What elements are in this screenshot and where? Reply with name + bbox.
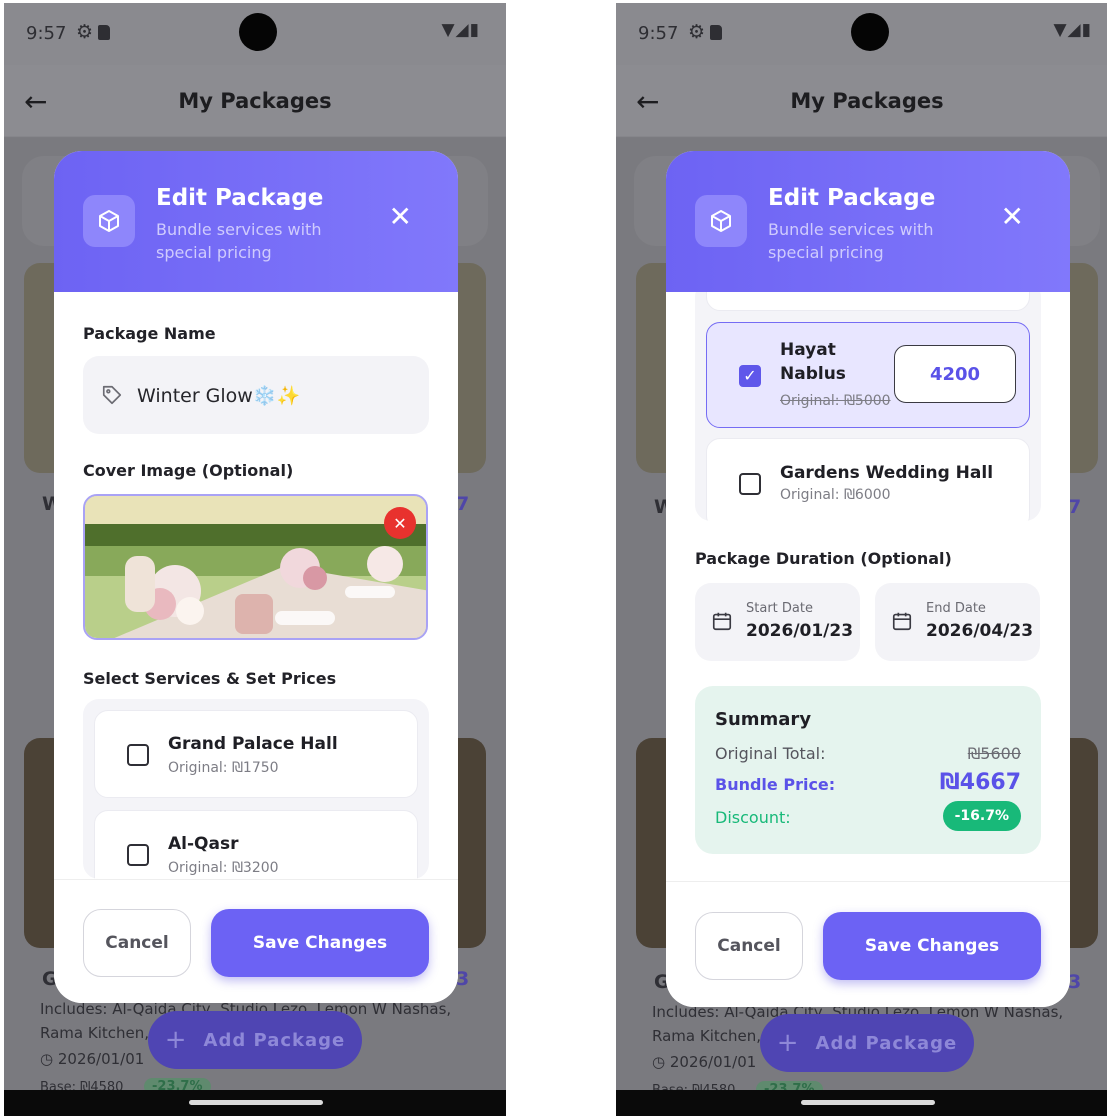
modal-subtitle: Bundle services with special pricing xyxy=(768,220,934,262)
service-item-gardens-wedding-hall[interactable]: Gardens Wedding Hall Original: ₪6000 xyxy=(706,438,1030,521)
background-card-date: ◷ 2026/01/01 xyxy=(40,1050,145,1068)
service-original-price: Original: ₪1750 xyxy=(168,760,279,776)
modal-subtitle: Bundle services with special pricing xyxy=(156,220,322,262)
remove-image-icon[interactable]: ✕ xyxy=(384,507,416,539)
end-date-label: End Date xyxy=(926,601,986,616)
background-card-date-value: 2026/01/01 xyxy=(669,1053,757,1071)
save-changes-button[interactable]: Save Changes xyxy=(823,912,1041,980)
discount-label: Discount: xyxy=(715,808,791,827)
app-bar: ← My Packages xyxy=(616,65,1107,137)
add-package-label: Add Package xyxy=(203,1029,346,1051)
settings-status-icon: ⚙ xyxy=(76,21,94,43)
add-package-button[interactable]: + Add Package xyxy=(148,1011,362,1069)
cover-image[interactable] xyxy=(83,494,428,640)
navigation-bar xyxy=(616,1090,1107,1116)
discount-badge: -16.7% xyxy=(942,801,1021,831)
edit-package-modal: ✓ Hayat Nablus Original: ₪5000 4200 Gard… xyxy=(666,151,1070,1007)
status-bar: 9:57 ⚙ ▼◢▮ xyxy=(616,3,1107,65)
modal-footer: Cancel Save Changes xyxy=(54,879,458,1003)
summary-title: Summary xyxy=(715,709,812,730)
plus-icon: + xyxy=(776,1028,800,1058)
package-name-value: Winter Glow❄️✨ xyxy=(137,384,301,407)
duration-label: Package Duration (Optional) xyxy=(695,549,952,568)
bundle-price-label: Bundle Price: xyxy=(715,775,836,794)
service-name: Grand Palace Hall xyxy=(168,734,338,754)
end-date-field[interactable]: End Date 2026/04/23 xyxy=(875,583,1040,661)
cover-image-label: Cover Image (Optional) xyxy=(83,461,294,480)
tag-icon xyxy=(102,385,122,405)
modal-header: Edit Package Bundle services with specia… xyxy=(666,151,1070,292)
service-original-price: Original: ₪5000 xyxy=(780,393,891,409)
close-icon[interactable]: ✕ xyxy=(1001,203,1024,231)
original-total-label: Original Total: xyxy=(715,744,826,763)
sd-card-icon xyxy=(710,25,722,40)
page-title: My Packages xyxy=(790,89,944,113)
package-name-input[interactable]: Winter Glow❄️✨ xyxy=(83,356,429,434)
checkbox-icon[interactable] xyxy=(127,744,149,766)
background-card-date-value: 2026/01/01 xyxy=(57,1050,145,1068)
cancel-button[interactable]: Cancel xyxy=(83,909,191,977)
page-title: My Packages xyxy=(178,89,332,113)
checkbox-icon[interactable]: ✓ xyxy=(739,365,761,387)
phone-screen-right: 9:57 ⚙ ▼◢▮ ← My Packages W 7 G 3 Include… xyxy=(616,3,1107,1116)
background-card-includes-2: Rama Kitchen, xyxy=(652,1027,761,1045)
modal-footer: Cancel Save Changes xyxy=(666,881,1070,1007)
start-date-value: 2026/01/23 xyxy=(746,621,854,641)
app-bar: ← My Packages xyxy=(4,65,506,137)
original-total-value: ₪5600 xyxy=(967,744,1021,763)
service-original-price: Original: ₪6000 xyxy=(780,487,891,503)
sd-card-icon xyxy=(98,25,110,40)
phone-screen-left: 9:57 ⚙ ▼◢▮ ← My Packages W 7 G 3 Include… xyxy=(4,3,506,1116)
calendar-icon xyxy=(892,612,912,631)
close-icon[interactable]: ✕ xyxy=(389,203,412,231)
edit-package-modal: Edit Package Bundle services with specia… xyxy=(54,151,458,1003)
service-name: Al-Qasr xyxy=(168,834,239,854)
home-handle[interactable] xyxy=(801,1100,935,1105)
background-card-date: ◷ 2026/01/01 xyxy=(652,1053,757,1071)
bundle-price-input[interactable]: 4200 xyxy=(894,345,1016,403)
service-item-grand-palace-hall[interactable]: Grand Palace Hall Original: ₪1750 xyxy=(94,710,418,798)
status-time: 9:57 xyxy=(26,23,67,44)
services-label: Select Services & Set Prices xyxy=(83,669,337,688)
start-date-label: Start Date xyxy=(746,601,813,616)
start-date-field[interactable]: Start Date 2026/01/23 xyxy=(695,583,860,661)
settings-status-icon: ⚙ xyxy=(688,21,706,43)
background-card-includes-2: Rama Kitchen, xyxy=(40,1024,149,1042)
service-item-al-qasr[interactable]: Al-Qasr Original: ₪3200 xyxy=(94,810,418,879)
add-package-label: Add Package xyxy=(815,1032,958,1054)
modal-title: Edit Package xyxy=(156,185,324,211)
status-bar: 9:57 ⚙ ▼◢▮ xyxy=(4,3,506,65)
end-date-value: 2026/04/23 xyxy=(926,621,1034,641)
calendar-icon xyxy=(712,612,732,631)
package-name-label: Package Name xyxy=(83,324,216,343)
package-icon xyxy=(695,195,747,247)
cancel-button[interactable]: Cancel xyxy=(695,912,803,980)
bundle-price-value: ₪4667 xyxy=(939,770,1021,795)
services-list: Grand Palace Hall Original: ₪1750 Al-Qas… xyxy=(83,699,429,879)
signal-battery-icons: ▼◢▮ xyxy=(441,20,480,40)
service-item-hayat-nablus[interactable]: ✓ Hayat Nablus Original: ₪5000 4200 xyxy=(706,322,1030,428)
service-name: Hayat Nablus xyxy=(780,340,846,384)
camera-cutout xyxy=(239,13,277,51)
checkbox-icon[interactable] xyxy=(739,473,761,495)
navigation-bar xyxy=(4,1090,506,1116)
package-icon xyxy=(83,195,135,247)
service-name: Gardens Wedding Hall xyxy=(780,463,994,483)
service-original-price: Original: ₪3200 xyxy=(168,860,279,876)
add-package-button[interactable]: + Add Package xyxy=(760,1014,974,1072)
home-handle[interactable] xyxy=(189,1100,323,1105)
signal-battery-icons: ▼◢▮ xyxy=(1053,20,1092,40)
camera-cutout xyxy=(851,13,889,51)
status-time: 9:57 xyxy=(638,23,679,44)
checkbox-icon[interactable] xyxy=(127,844,149,866)
summary-panel: Summary Original Total: ₪5600 Bundle Pri… xyxy=(695,686,1041,854)
services-list: ✓ Hayat Nablus Original: ₪5000 4200 Gard… xyxy=(695,281,1041,521)
modal-header: Edit Package Bundle services with specia… xyxy=(54,151,458,292)
plus-icon: + xyxy=(164,1025,188,1055)
modal-title: Edit Package xyxy=(768,185,936,211)
save-changes-button[interactable]: Save Changes xyxy=(211,909,429,977)
